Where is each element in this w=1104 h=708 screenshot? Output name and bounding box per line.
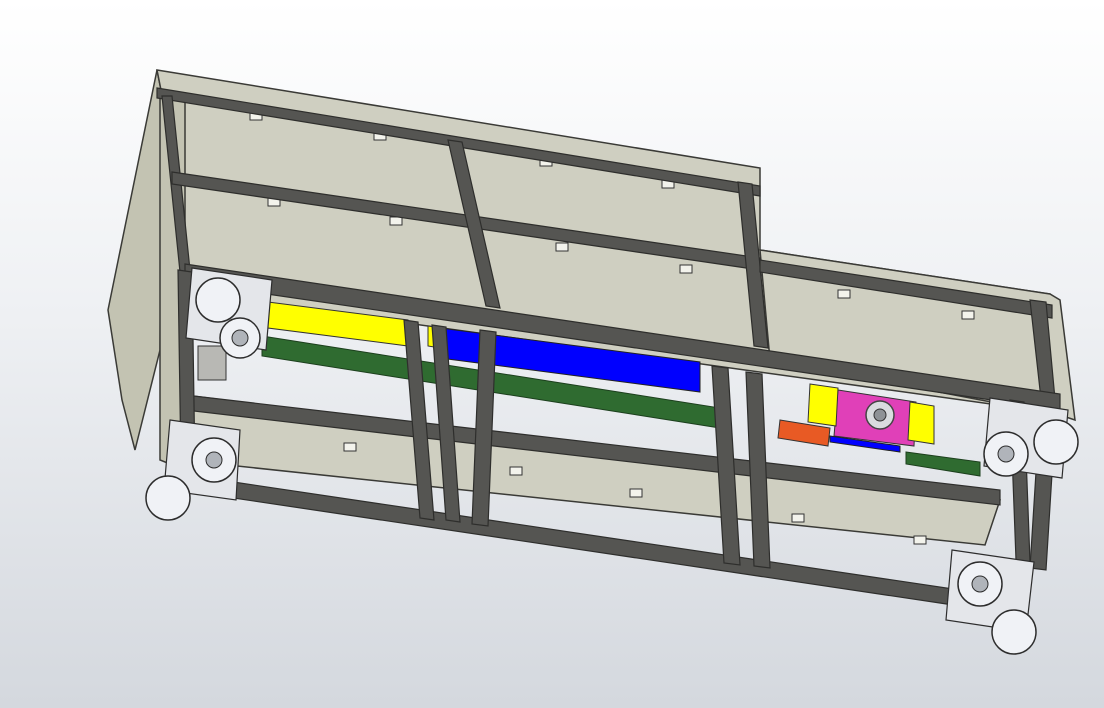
yellow-block-left: [807, 383, 839, 427]
caster-wheel: [185, 267, 273, 359]
cad-model[interactable]: [0, 0, 1104, 708]
left-side-panel: [107, 69, 163, 451]
motor-block: [197, 345, 227, 381]
green-rail-right: [905, 451, 981, 477]
caster-wheel: [945, 549, 1037, 655]
yellow-block-right: [907, 401, 935, 445]
caster-wheel: [983, 397, 1079, 479]
cad-viewport[interactable]: [0, 0, 1104, 708]
